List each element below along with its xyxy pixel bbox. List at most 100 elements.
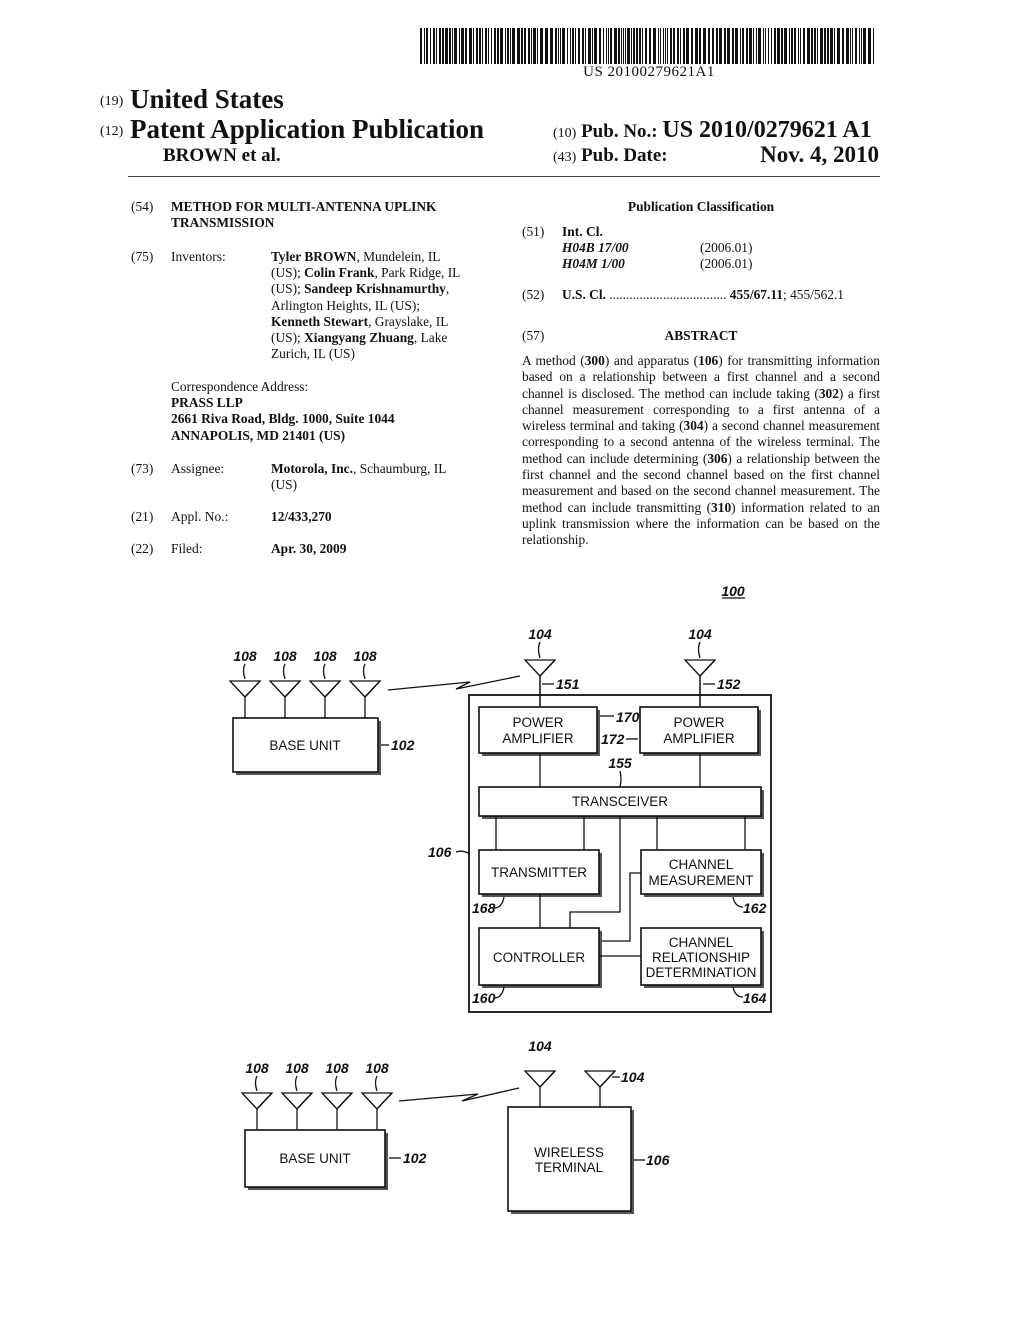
barcode-bar [691,28,693,64]
barcode [420,28,878,64]
inventor-line: (US); Colin Frank, Park Ridge, IL [271,265,460,281]
barcode-number: US 20100279621A1 [583,64,715,80]
barcode-bar [814,28,816,64]
inventor-location: , [445,281,450,297]
barcode-bar [846,28,849,64]
abstract-segment: A method ( [522,353,585,368]
antenna-ref: 104 [621,1069,645,1085]
antenna-ref: 108 [313,648,337,664]
leader-line [242,663,246,680]
channel-relationship-label: RELATIONSHIP [652,950,750,965]
barcode-bar [820,28,823,64]
transmitter-ref: 168 [472,900,496,916]
barcode-bar [433,28,435,64]
barcode-bar [756,28,757,64]
barcode-bar [614,28,617,64]
inid-tag: (52) [522,287,545,302]
leader-line [254,1075,258,1092]
barcode-bar [719,28,722,64]
barcode-bar [789,28,790,64]
antenna-edge [539,1070,556,1088]
wireless-link-icon [398,1087,520,1102]
int-cl-code: H04M 1/00 [562,256,625,271]
barcode-bar [603,28,604,64]
barcode-bar [686,28,689,64]
antenna-triangle [583,1070,617,1088]
power-amplifier-label: AMPLIFIER [502,731,574,746]
barcode-bar [449,28,451,64]
barcode-bar [575,28,576,64]
wireless-terminal-label: WIRELESS [534,1145,604,1160]
inid-tag: (19) [100,94,124,109]
antenna-icon: 108 [308,648,342,718]
antenna-triangle [348,680,382,698]
feed-ref: 151 [556,676,580,692]
barcode-bar [618,28,620,64]
wireless-terminal-label: TERMINAL [535,1160,604,1175]
antenna-ref: 108 [353,648,377,664]
barcode-bar [763,28,764,64]
int-cl-label: Int. Cl. [562,224,603,239]
barcode-bar [424,28,425,64]
channel-measurement-label: MEASUREMENT [648,873,753,888]
inventors-list: Tyler BROWN, Mundelein, IL (US); Colin Fr… [271,249,460,362]
base-unit-ref: 102 [391,737,415,753]
barcode-bar [436,28,437,64]
barcode-bar [442,28,444,64]
antenna-ref: 108 [245,1060,269,1076]
leader-line [294,1075,298,1092]
antenna-ref: 108 [233,648,257,664]
barcode-bar [735,28,738,64]
leader-line [282,663,286,680]
antenna-icon: 108 [280,1060,314,1130]
barcode-bar [540,28,543,64]
filed-label: Filed: [171,541,203,556]
publication-type: Patent Application Publication [130,114,485,144]
inventor-name: Tyler BROWN [271,249,357,264]
classification-heading: Publication Classification [627,199,775,214]
barcode-bar [465,28,467,64]
header-divider [128,176,880,177]
inid-tag: (54) [131,199,154,214]
barcode-bar [645,28,647,64]
correspondence-city: ANNAPOLIS, MD 21401 (US) [171,427,346,443]
power-amplifier-box [639,706,759,754]
barcode-bar [680,28,681,64]
antenna-triangle [280,1092,314,1110]
correspondence-firm: PRASS LLP [171,395,243,411]
barcode-bar [452,28,453,64]
antenna-edge [256,1092,273,1110]
antenna-icon: 108 [360,1060,394,1130]
antenna-edge [599,1070,616,1088]
step-reference: 310 [711,499,732,515]
barcode-bar [742,28,744,64]
leader-line [322,663,326,680]
publication-date-line: (43) Pub. Date: Nov. 4, 2010 [553,142,879,167]
barcode-bar [868,28,871,64]
inid-tag: (43) [553,150,577,165]
inid-tag: (51) [522,224,545,239]
step-reference: 302 [818,385,839,401]
barcode-bar [488,28,489,64]
barcode-bar [588,28,591,64]
barcode-bar [807,28,810,64]
controller-label: CONTROLLER [493,950,586,965]
barcode-bar [850,28,851,64]
antenna-triangle [320,1092,354,1110]
barcode-bar [558,28,559,64]
country-line: (19) United States [100,84,284,115]
barcode-bar [517,28,520,64]
correspondence-label: Correspondence Address: [171,379,309,394]
barcode-bar [873,28,874,64]
leader-dots: ................................... [609,287,727,302]
inventor-location: Arlington Heights, IL (US); [271,297,421,313]
us-cl-secondary: ; 455/562.1 [783,287,845,302]
barcode-bar [479,28,481,64]
barcode-bar [473,28,474,64]
application-number-label: Appl. No.: [171,509,229,524]
barcode-bar [842,28,844,64]
inventor-location: , Mundelein, IL [356,249,441,264]
inid-tag: (22) [131,541,154,556]
antenna-triangle [228,680,262,698]
barcode-bar [673,28,675,64]
